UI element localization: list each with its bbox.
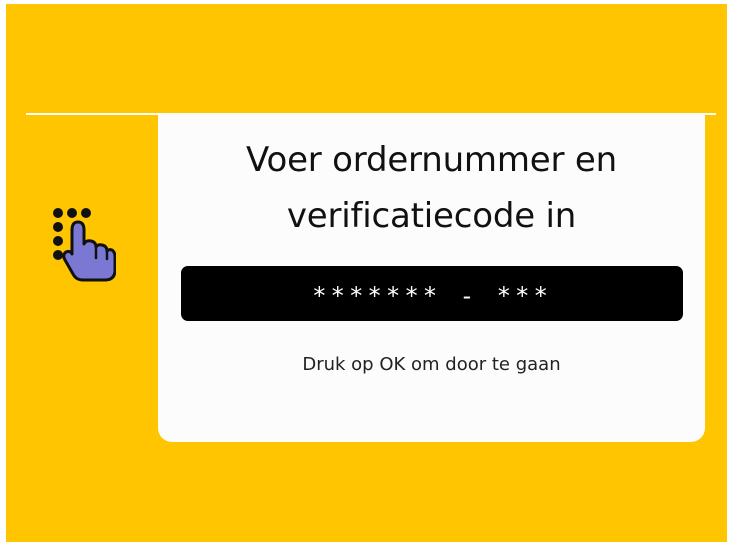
continue-hint: Druk op OK om door te gaan <box>302 354 561 375</box>
instruction-panel: Voer ordernummer en verificatiecode in *… <box>158 114 705 442</box>
page-title: Voer ordernummer en verificatiecode in <box>246 140 617 236</box>
kiosk-screen: Voer ordernummer en verificatiecode in *… <box>6 4 727 542</box>
touch-keypad-icon <box>50 204 117 284</box>
order-code-field[interactable]: ******* - *** <box>181 266 683 321</box>
